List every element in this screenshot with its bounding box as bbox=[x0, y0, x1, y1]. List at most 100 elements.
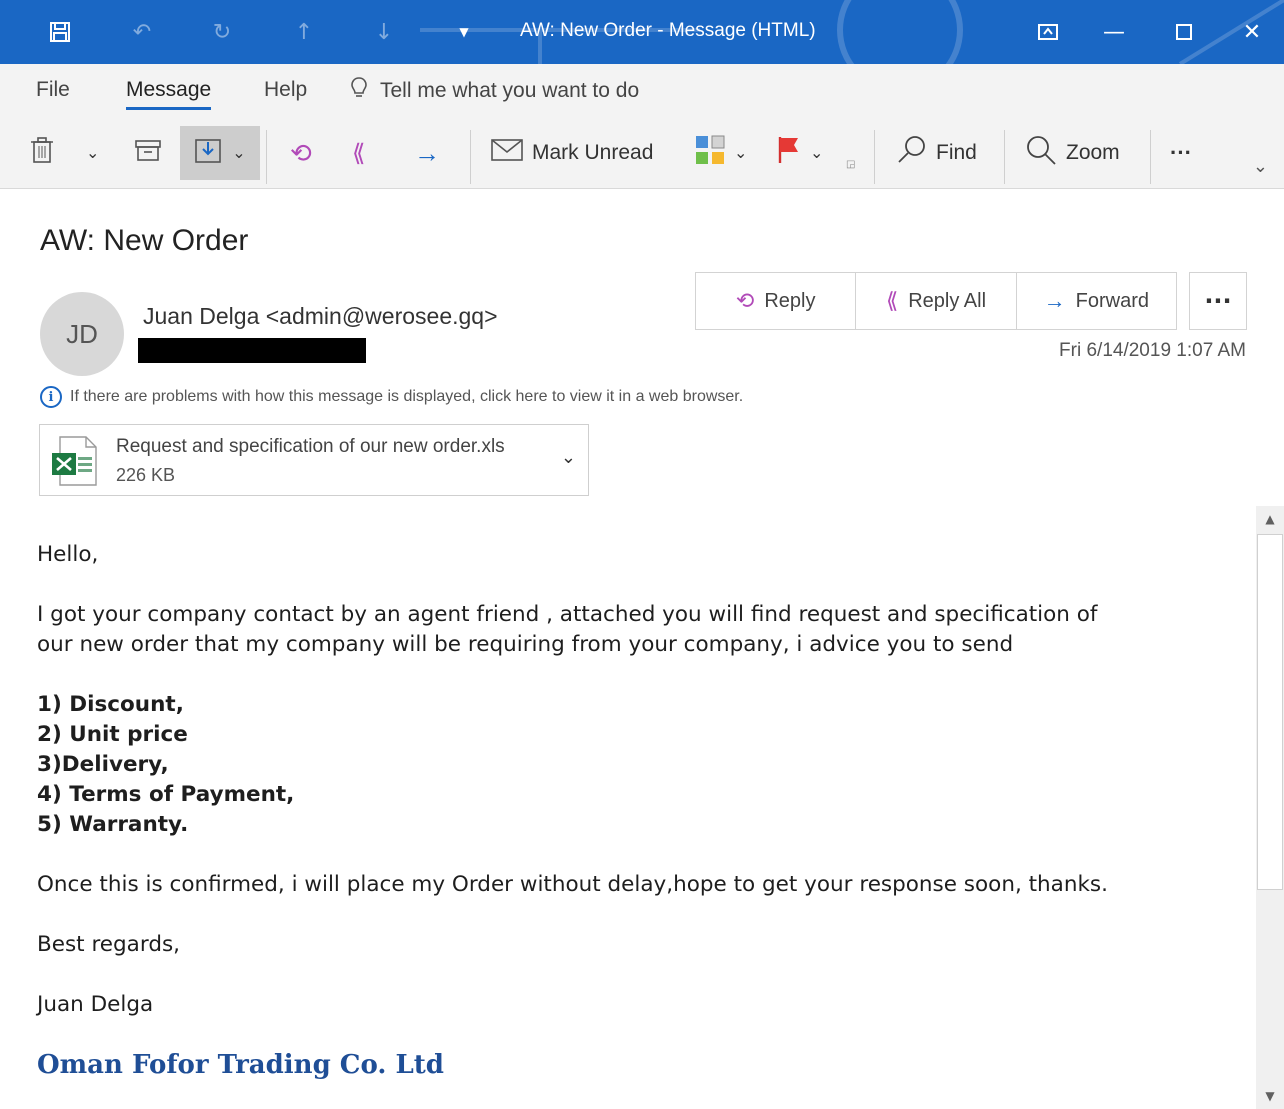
quick-access-dropdown-icon[interactable]: ▼ bbox=[446, 14, 482, 50]
message-body: Hello, I got your company contact by an … bbox=[37, 540, 1237, 1080]
vertical-scrollbar[interactable]: ▲ ▼ bbox=[1256, 506, 1284, 1109]
list-item: 1) Discount, bbox=[37, 692, 184, 717]
mark-unread-label: Mark Unread bbox=[532, 141, 654, 164]
window-title: AW: New Order - Message (HTML) bbox=[520, 20, 816, 41]
body-paragraph-line: I got your company contact by an agent f… bbox=[37, 602, 1098, 627]
title-bar: ↶ ↻ ↑ ↓ ▼ AW: New Order - Message (HTML)… bbox=[0, 0, 1284, 64]
sender-avatar[interactable]: JD bbox=[40, 292, 124, 376]
info-text: If there are problems with how this mess… bbox=[70, 388, 744, 405]
info-icon: i bbox=[40, 386, 62, 408]
toolbar-separator bbox=[1150, 130, 1151, 184]
toolbar-separator bbox=[1004, 130, 1005, 184]
envelope-icon bbox=[490, 137, 524, 169]
tab-file[interactable]: File bbox=[36, 78, 70, 102]
ribbon-toolbar: ⌄ ⌄ ⟲ ⟪ → Mark Unread ⌄ ⌄ ◲ Find Zoom ··… bbox=[0, 116, 1284, 188]
body-signature: Juan Delga bbox=[37, 992, 154, 1017]
categorize-button[interactable]: ⌄ bbox=[694, 126, 747, 180]
categorize-dropdown-chevron-icon: ⌄ bbox=[734, 145, 748, 162]
forward-icon: → bbox=[1043, 288, 1066, 313]
follow-up-button[interactable]: ⌄ bbox=[776, 126, 823, 180]
attachment-card[interactable]: Request and specification of our new ord… bbox=[39, 424, 589, 496]
message-date: Fri 6/14/2019 1:07 AM bbox=[1059, 340, 1246, 361]
more-commands-button[interactable]: ··· bbox=[1170, 126, 1192, 180]
mark-unread-button[interactable]: Mark Unread bbox=[490, 126, 653, 180]
follow-up-dropdown-chevron-icon: ⌄ bbox=[810, 145, 824, 162]
reply-all-icon: ⟪ bbox=[885, 288, 899, 313]
zoom-label: Zoom bbox=[1066, 141, 1120, 164]
attachment-size: 226 KB bbox=[116, 465, 176, 485]
reply-toolbar-button[interactable]: ⟲ bbox=[290, 126, 312, 180]
info-bar[interactable]: i If there are problems with how this me… bbox=[40, 386, 743, 408]
save-icon[interactable] bbox=[42, 14, 78, 50]
list-item: 4) Terms of Payment, bbox=[37, 782, 295, 807]
tell-me-box[interactable]: Tell me what you want to do bbox=[350, 76, 639, 106]
zoom-icon bbox=[1024, 133, 1058, 173]
move-to-folder-icon bbox=[194, 136, 224, 170]
reply-all-icon: ⟪ bbox=[352, 139, 366, 167]
tab-help[interactable]: Help bbox=[264, 78, 307, 102]
tab-message[interactable]: Message bbox=[126, 78, 212, 110]
list-item: 3)Delivery, bbox=[37, 752, 169, 777]
ribbon-tabs: File Message Help Tell me what you want … bbox=[0, 64, 1284, 116]
message-subject: AW: New Order bbox=[40, 224, 249, 257]
undo-icon[interactable]: ↶ bbox=[124, 14, 160, 50]
categorize-icon bbox=[694, 134, 726, 172]
list-item: 5) Warranty. bbox=[37, 812, 189, 837]
forward-label: Forward bbox=[1075, 289, 1149, 312]
move-dropdown-chevron-icon: ⌄ bbox=[232, 145, 246, 162]
excel-file-icon bbox=[52, 436, 97, 486]
scrollbar-thumb[interactable] bbox=[1257, 534, 1283, 890]
list-item: 2) Unit price bbox=[37, 722, 188, 747]
trash-icon bbox=[30, 136, 54, 170]
move-button[interactable]: ⌄ bbox=[180, 126, 260, 180]
reply-all-toolbar-button[interactable]: ⟪ bbox=[352, 126, 365, 180]
reply-all-button[interactable]: ⟪ Reply All bbox=[856, 273, 1017, 329]
reply-icon: ⟲ bbox=[290, 137, 312, 168]
company-name: Oman Fofor Trading Co. Ltd bbox=[37, 1050, 444, 1080]
delete-dropdown-chevron-icon[interactable]: ⌄ bbox=[86, 126, 99, 180]
attachment-dropdown-chevron-icon[interactable]: ⌄ bbox=[561, 447, 576, 468]
toolbar-separator bbox=[874, 130, 875, 184]
minimize-icon[interactable]: — bbox=[1096, 14, 1132, 50]
attachment-name: Request and specification of our new ord… bbox=[116, 436, 505, 457]
previous-item-icon[interactable]: ↑ bbox=[286, 14, 322, 50]
expand-ribbon-chevron-icon[interactable]: ⌄ bbox=[1253, 156, 1268, 177]
find-label: Find bbox=[936, 141, 977, 164]
more-actions-button[interactable]: ··· bbox=[1189, 272, 1247, 330]
find-icon bbox=[896, 134, 928, 172]
reply-all-label: Reply All bbox=[908, 289, 987, 312]
archive-icon bbox=[134, 138, 162, 168]
sender-name[interactable]: Juan Delga <admin@werosee.gq> bbox=[143, 303, 498, 330]
delete-button[interactable] bbox=[30, 126, 54, 180]
body-paragraph: Once this is confirmed, i will place my … bbox=[37, 872, 1108, 897]
ribbon: File Message Help Tell me what you want … bbox=[0, 64, 1284, 189]
ribbon-display-options-icon[interactable] bbox=[1030, 14, 1066, 50]
body-paragraph-line: our new order that my company will be re… bbox=[37, 632, 1014, 657]
redacted-recipients bbox=[138, 338, 366, 363]
toolbar-separator bbox=[470, 130, 471, 184]
forward-toolbar-button[interactable]: → bbox=[414, 126, 440, 180]
maximize-icon[interactable] bbox=[1166, 14, 1202, 50]
reply-icon: ⟲ bbox=[735, 288, 755, 313]
next-item-icon[interactable]: ↓ bbox=[366, 14, 402, 50]
flag-icon bbox=[776, 135, 802, 171]
close-icon[interactable]: ✕ bbox=[1234, 14, 1270, 50]
scroll-up-arrow-icon[interactable]: ▲ bbox=[1256, 506, 1284, 532]
zoom-button[interactable]: Zoom bbox=[1024, 126, 1120, 180]
forward-icon: → bbox=[414, 137, 440, 168]
lightbulb-icon bbox=[350, 76, 368, 106]
reply-button[interactable]: ⟲ Reply bbox=[696, 273, 857, 329]
archive-button[interactable] bbox=[134, 126, 162, 180]
scroll-down-arrow-icon[interactable]: ▼ bbox=[1256, 1083, 1284, 1109]
message-actions: ⟲ Reply ⟪ Reply All → Forward bbox=[695, 272, 1177, 330]
dialog-launcher-icon[interactable]: ◲ bbox=[846, 154, 855, 174]
redo-icon[interactable]: ↻ bbox=[204, 14, 240, 50]
find-button[interactable]: Find bbox=[896, 126, 977, 180]
tell-me-label: Tell me what you want to do bbox=[380, 79, 640, 102]
forward-button[interactable]: → Forward bbox=[1017, 273, 1176, 329]
body-closing: Best regards, bbox=[37, 932, 181, 957]
toolbar-separator bbox=[266, 130, 267, 184]
request-list: 1) Discount, 2) Unit price 3)Delivery, 4… bbox=[37, 690, 1237, 840]
reply-label: Reply bbox=[764, 289, 816, 312]
body-paragraph: I got your company contact by an agent f… bbox=[37, 600, 1237, 660]
